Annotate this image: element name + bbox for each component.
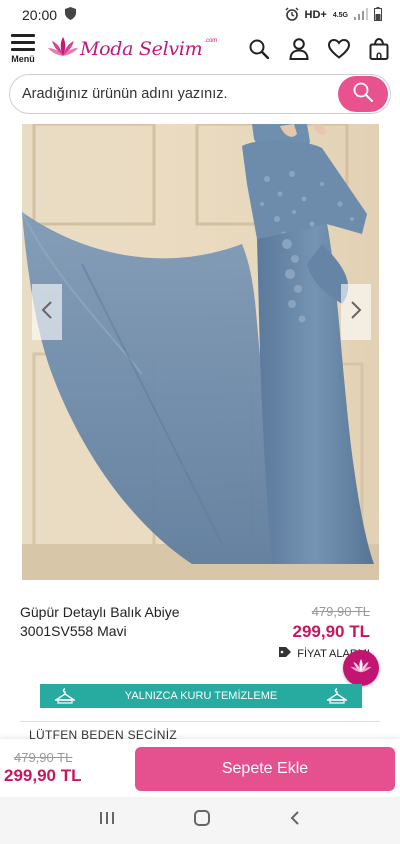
signal-type: 4.5G (332, 11, 348, 19)
search-bar (9, 74, 391, 114)
site-header: Menü Moda Selvim .com 0 (0, 30, 400, 68)
product-title-line2: 3001SV558 Mavi (20, 623, 127, 639)
add-to-cart-button[interactable]: Sepete Ekle (135, 747, 395, 791)
system-nav-bar (0, 797, 400, 844)
status-bar: 20:00 HD+ 4.5G (0, 0, 400, 30)
heart-icon[interactable] (326, 36, 352, 62)
logo-suffix: .com (204, 38, 218, 44)
menu-button[interactable]: Menü (8, 32, 38, 68)
product-image[interactable] (22, 124, 379, 580)
hanger-icon (54, 686, 76, 706)
status-time: 20:00 (22, 7, 58, 23)
lotus-icon (48, 34, 78, 65)
search-input[interactable] (22, 75, 342, 113)
care-label: YALNIZCA KURU TEMİZLEME (124, 690, 278, 702)
cart-count: 0 (375, 51, 383, 63)
product-title: Güpür Detaylı Balık Abiye 3001SV558 Mavi (20, 603, 240, 641)
back-button[interactable] (289, 810, 301, 831)
menu-label: Menü (11, 54, 35, 64)
alarm-clock-icon (285, 7, 299, 24)
search-icon (353, 82, 373, 107)
chevron-left-icon (41, 300, 53, 325)
lotus-icon (350, 657, 372, 680)
signal-icon (354, 7, 368, 23)
hanger-icon (326, 686, 348, 706)
recent-apps-button[interactable] (99, 810, 115, 831)
bottom-old-price: 479,90 TL (14, 750, 73, 765)
care-instruction-bar: YALNIZCA KURU TEMİZLEME (40, 684, 362, 708)
hamburger-icon (11, 34, 35, 51)
battery-icon (374, 6, 382, 24)
product-title-line1: Güpür Detaylı Balık Abiye (20, 604, 180, 620)
prev-image-button[interactable] (32, 284, 62, 340)
old-price: 479,90 TL (311, 604, 370, 619)
sticky-cart-bar: 479,90 TL 299,90 TL Sepete Ekle (0, 739, 400, 797)
chevron-right-icon (350, 300, 362, 325)
search-button[interactable] (338, 76, 388, 112)
shield-icon (65, 7, 77, 23)
divider (20, 721, 380, 722)
logo-text: Moda Selvim (80, 38, 203, 60)
bottom-current-price: 299,90 TL (4, 766, 82, 785)
network-label: HD+ (304, 9, 327, 21)
next-image-button[interactable] (341, 284, 371, 340)
price-tag-icon (278, 646, 292, 661)
floating-logo-button[interactable] (343, 650, 379, 686)
search-icon[interactable] (246, 36, 272, 62)
user-icon[interactable] (286, 36, 312, 62)
cart-icon[interactable]: 0 (366, 36, 392, 63)
site-logo[interactable]: Moda Selvim .com (48, 34, 217, 64)
current-price: 299,90 TL (292, 622, 371, 641)
home-button[interactable] (193, 809, 211, 832)
